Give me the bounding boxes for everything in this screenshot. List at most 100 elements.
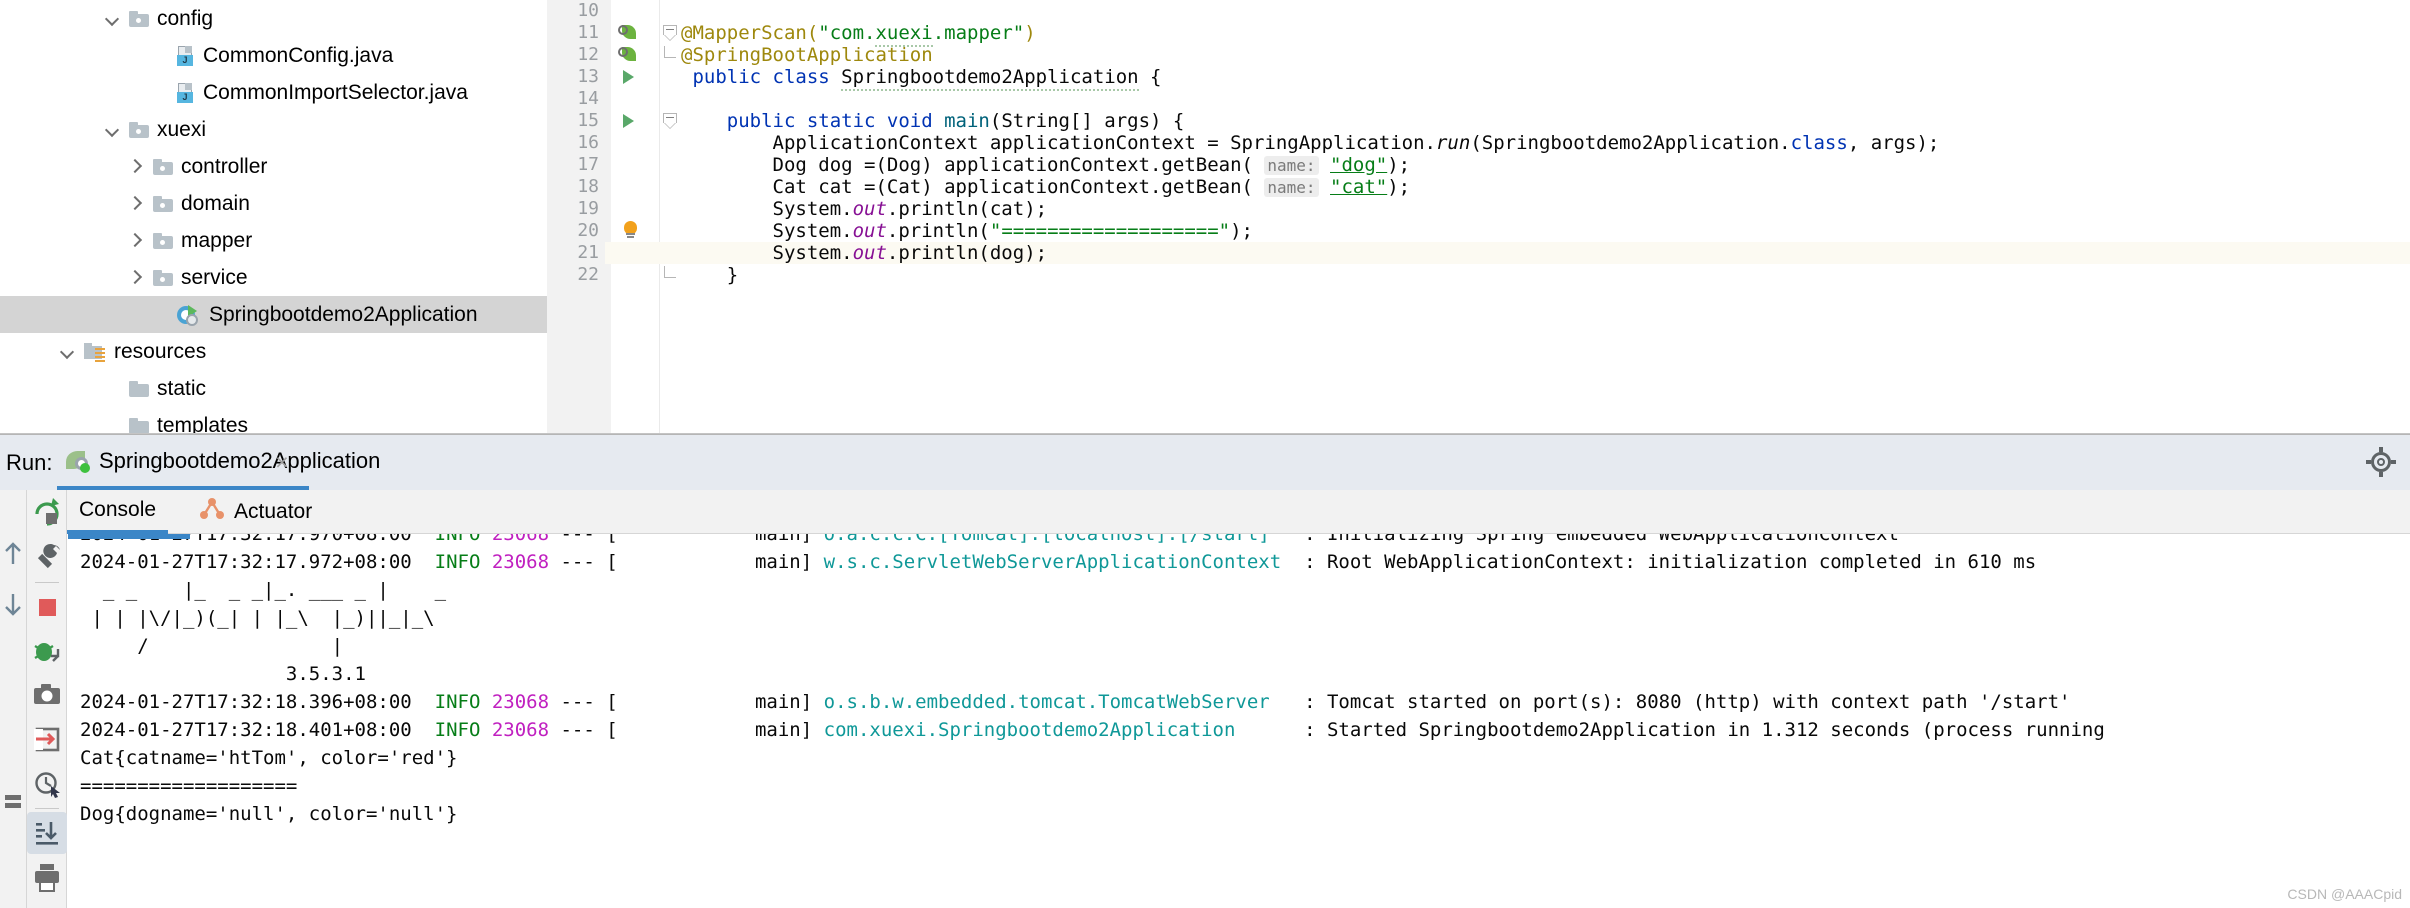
tree-item-templates[interactable]: templates: [0, 407, 547, 434]
project-tree-panel[interactable]: config J CommonConfig.java J CommonImportSel…: [0, 0, 547, 434]
code-token: .println(dog);: [886, 242, 1048, 264]
trash-icon[interactable]: [27, 900, 67, 908]
tree-item-springbootdemo2application[interactable]: Springbootdemo2Application: [0, 296, 547, 333]
chevron-right-icon[interactable]: [129, 233, 144, 248]
console-output-line: Cat{catname='htTom', color='red'}: [68, 744, 2410, 772]
lightbulb-icon[interactable]: [623, 221, 638, 238]
code-line[interactable]: 12 @SpringBootApplication: [547, 44, 2410, 66]
gutter-icon-slot: [611, 154, 659, 176]
code-line[interactable]: 16 ApplicationContext applicationContext…: [547, 132, 2410, 154]
log-thread-pad: [618, 691, 755, 713]
log-sep: --- [: [549, 691, 618, 713]
tab-console[interactable]: Console: [67, 490, 169, 534]
chevron-right-icon[interactable]: [129, 270, 144, 285]
code-line[interactable]: 10: [547, 0, 2410, 22]
tree-item-commonconfig-java[interactable]: J CommonConfig.java: [0, 37, 547, 74]
chevron-down-icon[interactable]: [60, 344, 75, 359]
log-thread: main: [754, 551, 801, 573]
code-folding-slot[interactable]: [659, 44, 681, 66]
tab-actuator[interactable]: Actuator: [187, 490, 324, 534]
ide-window: config J CommonConfig.java J CommonImportSel…: [0, 0, 2410, 908]
code-line[interactable]: 19 System.out.println(cat);: [547, 198, 2410, 220]
fold-end-icon[interactable]: [664, 266, 676, 278]
run-configuration-tab[interactable]: Springbootdemo2Application ×: [57, 435, 380, 490]
chevron-down-icon[interactable]: [105, 122, 120, 137]
code-token: "cat": [1330, 176, 1388, 198]
gutter-icon-slot[interactable]: [611, 66, 659, 88]
code-line[interactable]: 14: [547, 88, 2410, 110]
tree-item-config[interactable]: config: [0, 0, 547, 37]
chevron-right-icon[interactable]: [129, 159, 144, 174]
line-number: 11: [547, 22, 605, 44]
console-output[interactable]: 2024-01-27T17:32:17.970+08:00 INFO 23068…: [68, 534, 2410, 908]
code-editor[interactable]: 10 11 @MapperScan("com.xuexi.mapper") 12 @Sp…: [547, 0, 2410, 434]
java-file-icon: J: [177, 82, 195, 103]
printer-icon[interactable]: [27, 856, 67, 898]
code-line[interactable]: 15 public static void main(String[] args…: [547, 110, 2410, 132]
code-line[interactable]: 13 public class Springbootdemo2Applicati…: [547, 66, 2410, 91]
code-folding-slot[interactable]: [659, 22, 681, 44]
tree-item-controller[interactable]: controller: [0, 148, 547, 185]
fold-collapse-icon[interactable]: [663, 113, 677, 129]
console-log-line: 2024-01-27T17:32:17.972+08:00 INFO 23068…: [68, 548, 2410, 576]
chevron-right-icon[interactable]: [129, 196, 144, 211]
chevron-down-icon[interactable]: [105, 11, 120, 26]
camera-icon[interactable]: [27, 674, 67, 716]
run-left-toolbar[interactable]: [27, 490, 67, 908]
banner-text: _ _ |_ _ _|_. ___ _ | _: [80, 579, 447, 601]
gutter-icon-slot[interactable]: [611, 22, 659, 44]
tree-item-xuexi[interactable]: xuexi: [0, 111, 547, 148]
log-gap: [412, 551, 435, 573]
stop-square-icon[interactable]: [27, 586, 67, 628]
wrench-icon[interactable]: [27, 536, 67, 578]
gutter-icon-slot[interactable]: [611, 44, 659, 66]
gutter-icon-slot: [611, 132, 659, 154]
watermark-text: CSDN @AAACpid: [2287, 886, 2402, 902]
spring-bean-icon[interactable]: [618, 46, 637, 64]
tree-item-static[interactable]: static: [0, 370, 547, 407]
code-token: name:: [1264, 156, 1319, 175]
code-folding-slot[interactable]: [659, 264, 681, 286]
log-message: : Initializing Spring embedded WebApplic…: [1304, 534, 1899, 545]
run-tool-window: Run: Springbootdemo2Application × Consol…: [0, 434, 2410, 908]
code-token: Cat cat =(Cat) applicationContext.getBea…: [681, 176, 1265, 198]
close-icon[interactable]: ×: [271, 451, 293, 474]
run-icon[interactable]: [623, 114, 634, 128]
gutter-icon-slot[interactable]: [611, 220, 659, 242]
code-folding-slot: [659, 198, 681, 220]
code-folding-slot[interactable]: [659, 110, 681, 132]
tree-item-mapper[interactable]: mapper: [0, 222, 547, 259]
code-line[interactable]: 18 Cat cat =(Cat) applicationContext.get…: [547, 176, 2410, 198]
rerun-icon[interactable]: [27, 492, 67, 534]
code-line[interactable]: 11 @MapperScan("com.xuexi.mapper"): [547, 22, 2410, 47]
code-token: out: [852, 242, 887, 264]
code-token: ): [1024, 22, 1036, 44]
run-left-scroll-toolbar[interactable]: [0, 490, 27, 908]
code-token: main: [944, 110, 990, 132]
line-number: 16: [547, 132, 605, 154]
gear-icon[interactable]: [2366, 447, 2396, 477]
code-token: }: [681, 264, 739, 286]
tree-item-service[interactable]: service: [0, 259, 547, 296]
spring-bean-icon[interactable]: [618, 24, 637, 42]
gutter-icon-slot[interactable]: [611, 110, 659, 132]
tree-item-domain[interactable]: domain: [0, 185, 547, 222]
run-icon[interactable]: [623, 70, 634, 84]
console-banner-line: | | |\/|_)(_| | |_\ |_)||_|_\: [68, 604, 2410, 632]
code-line[interactable]: 21 System.out.println(dog);: [547, 242, 2410, 264]
code-line[interactable]: 20 System.out.println("=================…: [547, 220, 2410, 242]
fold-collapse-icon[interactable]: [663, 25, 677, 41]
bug-icon[interactable]: [27, 630, 67, 672]
tree-item-label: xuexi: [157, 118, 207, 141]
export-arrow-icon[interactable]: [27, 718, 67, 760]
tab-underline-indicator: [68, 534, 190, 539]
code-line[interactable]: 17 Dog dog =(Dog) applicationContext.get…: [547, 154, 2410, 176]
fold-end-icon[interactable]: [664, 46, 676, 58]
spring-boot-run-icon: [66, 450, 91, 473]
tree-item-commonimportselector-java[interactable]: J CommonImportSelector.java: [0, 74, 547, 111]
clock-cursor-icon[interactable]: [27, 762, 67, 804]
tree-item-resources[interactable]: resources: [0, 333, 547, 370]
code-line[interactable]: 22 }: [547, 264, 2410, 286]
scroll-to-end-icon[interactable]: [27, 812, 67, 854]
